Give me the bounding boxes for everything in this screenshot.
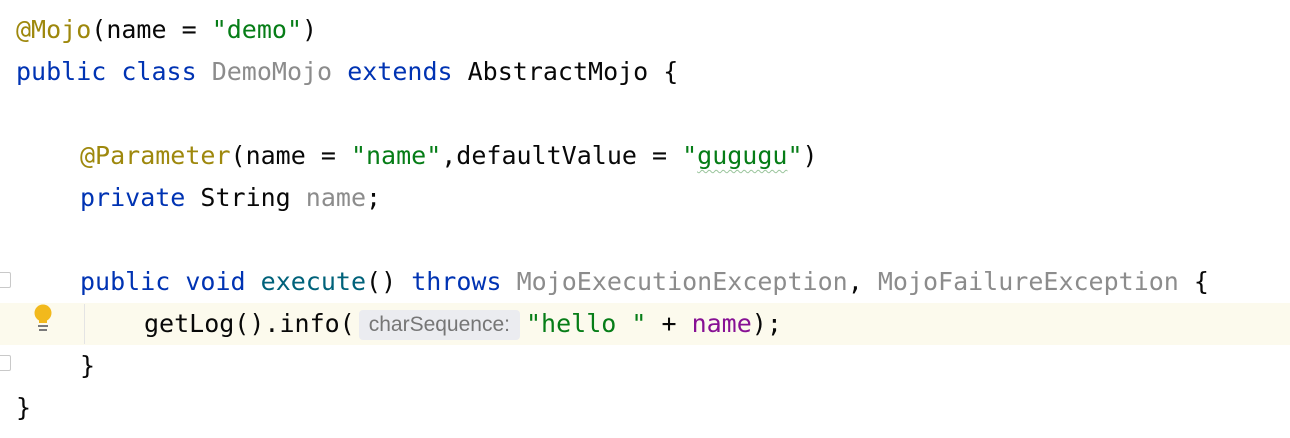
code-editor[interactable]: @Mojo(name = "demo") public class DemoMo… bbox=[0, 0, 1290, 438]
string-literal-name: "name" bbox=[350, 141, 442, 170]
code-line-5[interactable]: private String name; bbox=[0, 177, 1290, 219]
keyword-public: public bbox=[16, 57, 107, 86]
keyword-extends: extends bbox=[347, 57, 453, 86]
string-quote-open: " bbox=[682, 141, 698, 170]
code-line-9[interactable]: } bbox=[0, 345, 1290, 387]
typo-warning-gugugu[interactable]: gugugu bbox=[697, 141, 787, 170]
keyword-private: private bbox=[80, 183, 186, 212]
fold-marker-icon[interactable] bbox=[0, 355, 11, 371]
plus-operator: + bbox=[646, 309, 692, 338]
annotation-args: (name = bbox=[91, 15, 212, 44]
string-quote-close: " bbox=[787, 141, 803, 170]
string-literal-hello: "hello " bbox=[526, 309, 647, 338]
exception-execution[interactable]: MojoExecutionException bbox=[517, 267, 848, 296]
code-line-7[interactable]: public void execute() throws MojoExecuti… bbox=[0, 261, 1290, 303]
comma: , bbox=[847, 267, 863, 296]
annotation-mojo[interactable]: @Mojo bbox=[16, 15, 91, 44]
lightbulb-icon[interactable] bbox=[33, 304, 53, 332]
brace-close: } bbox=[16, 393, 32, 422]
keyword-throws: throws bbox=[411, 267, 502, 296]
code-line-4[interactable]: @Parameter(name = "name",defaultValue = … bbox=[0, 135, 1290, 177]
method-call-getlog-info[interactable]: getLog().info( bbox=[144, 309, 355, 338]
field-reference-name[interactable]: name bbox=[692, 309, 752, 338]
code-line-2[interactable]: public class DemoMojo extends AbstractMo… bbox=[0, 51, 1290, 93]
default-value-arg: ,defaultValue = bbox=[441, 141, 683, 170]
class-name[interactable]: DemoMojo bbox=[212, 57, 332, 86]
code-line-1[interactable]: @Mojo(name = "demo") bbox=[0, 9, 1290, 51]
keyword-class: class bbox=[121, 57, 197, 86]
annotation-parameter[interactable]: @Parameter bbox=[80, 141, 231, 170]
keyword-public: public bbox=[80, 267, 171, 296]
string-literal: "demo" bbox=[211, 15, 302, 44]
code-line-3[interactable] bbox=[0, 93, 1290, 135]
annotation-args: (name = bbox=[230, 141, 351, 170]
semicolon: ; bbox=[366, 183, 382, 212]
type-string[interactable]: String bbox=[200, 183, 290, 212]
brace-open: { bbox=[1193, 267, 1209, 296]
statement-end: ); bbox=[751, 309, 782, 338]
paren-close: ) bbox=[802, 141, 818, 170]
superclass-name[interactable]: AbstractMojo bbox=[468, 57, 649, 86]
keyword-void: void bbox=[185, 267, 246, 296]
method-execute[interactable]: execute bbox=[261, 267, 366, 296]
fold-marker-icon[interactable] bbox=[0, 272, 11, 288]
field-name[interactable]: name bbox=[306, 183, 366, 212]
parameter-name-hint: charSequence: bbox=[358, 310, 520, 340]
brace-open: { bbox=[663, 57, 679, 86]
parens: () bbox=[366, 267, 397, 296]
code-line-6[interactable] bbox=[0, 219, 1290, 261]
paren-close: ) bbox=[302, 15, 318, 44]
code-line-10[interactable]: } bbox=[0, 387, 1290, 429]
exception-failure[interactable]: MojoFailureException bbox=[878, 267, 1179, 296]
code-line-8-current[interactable]: getLog().info(charSequence: "hello " + na… bbox=[0, 303, 1290, 345]
brace-close: } bbox=[80, 351, 96, 380]
indent-guide bbox=[84, 304, 85, 344]
